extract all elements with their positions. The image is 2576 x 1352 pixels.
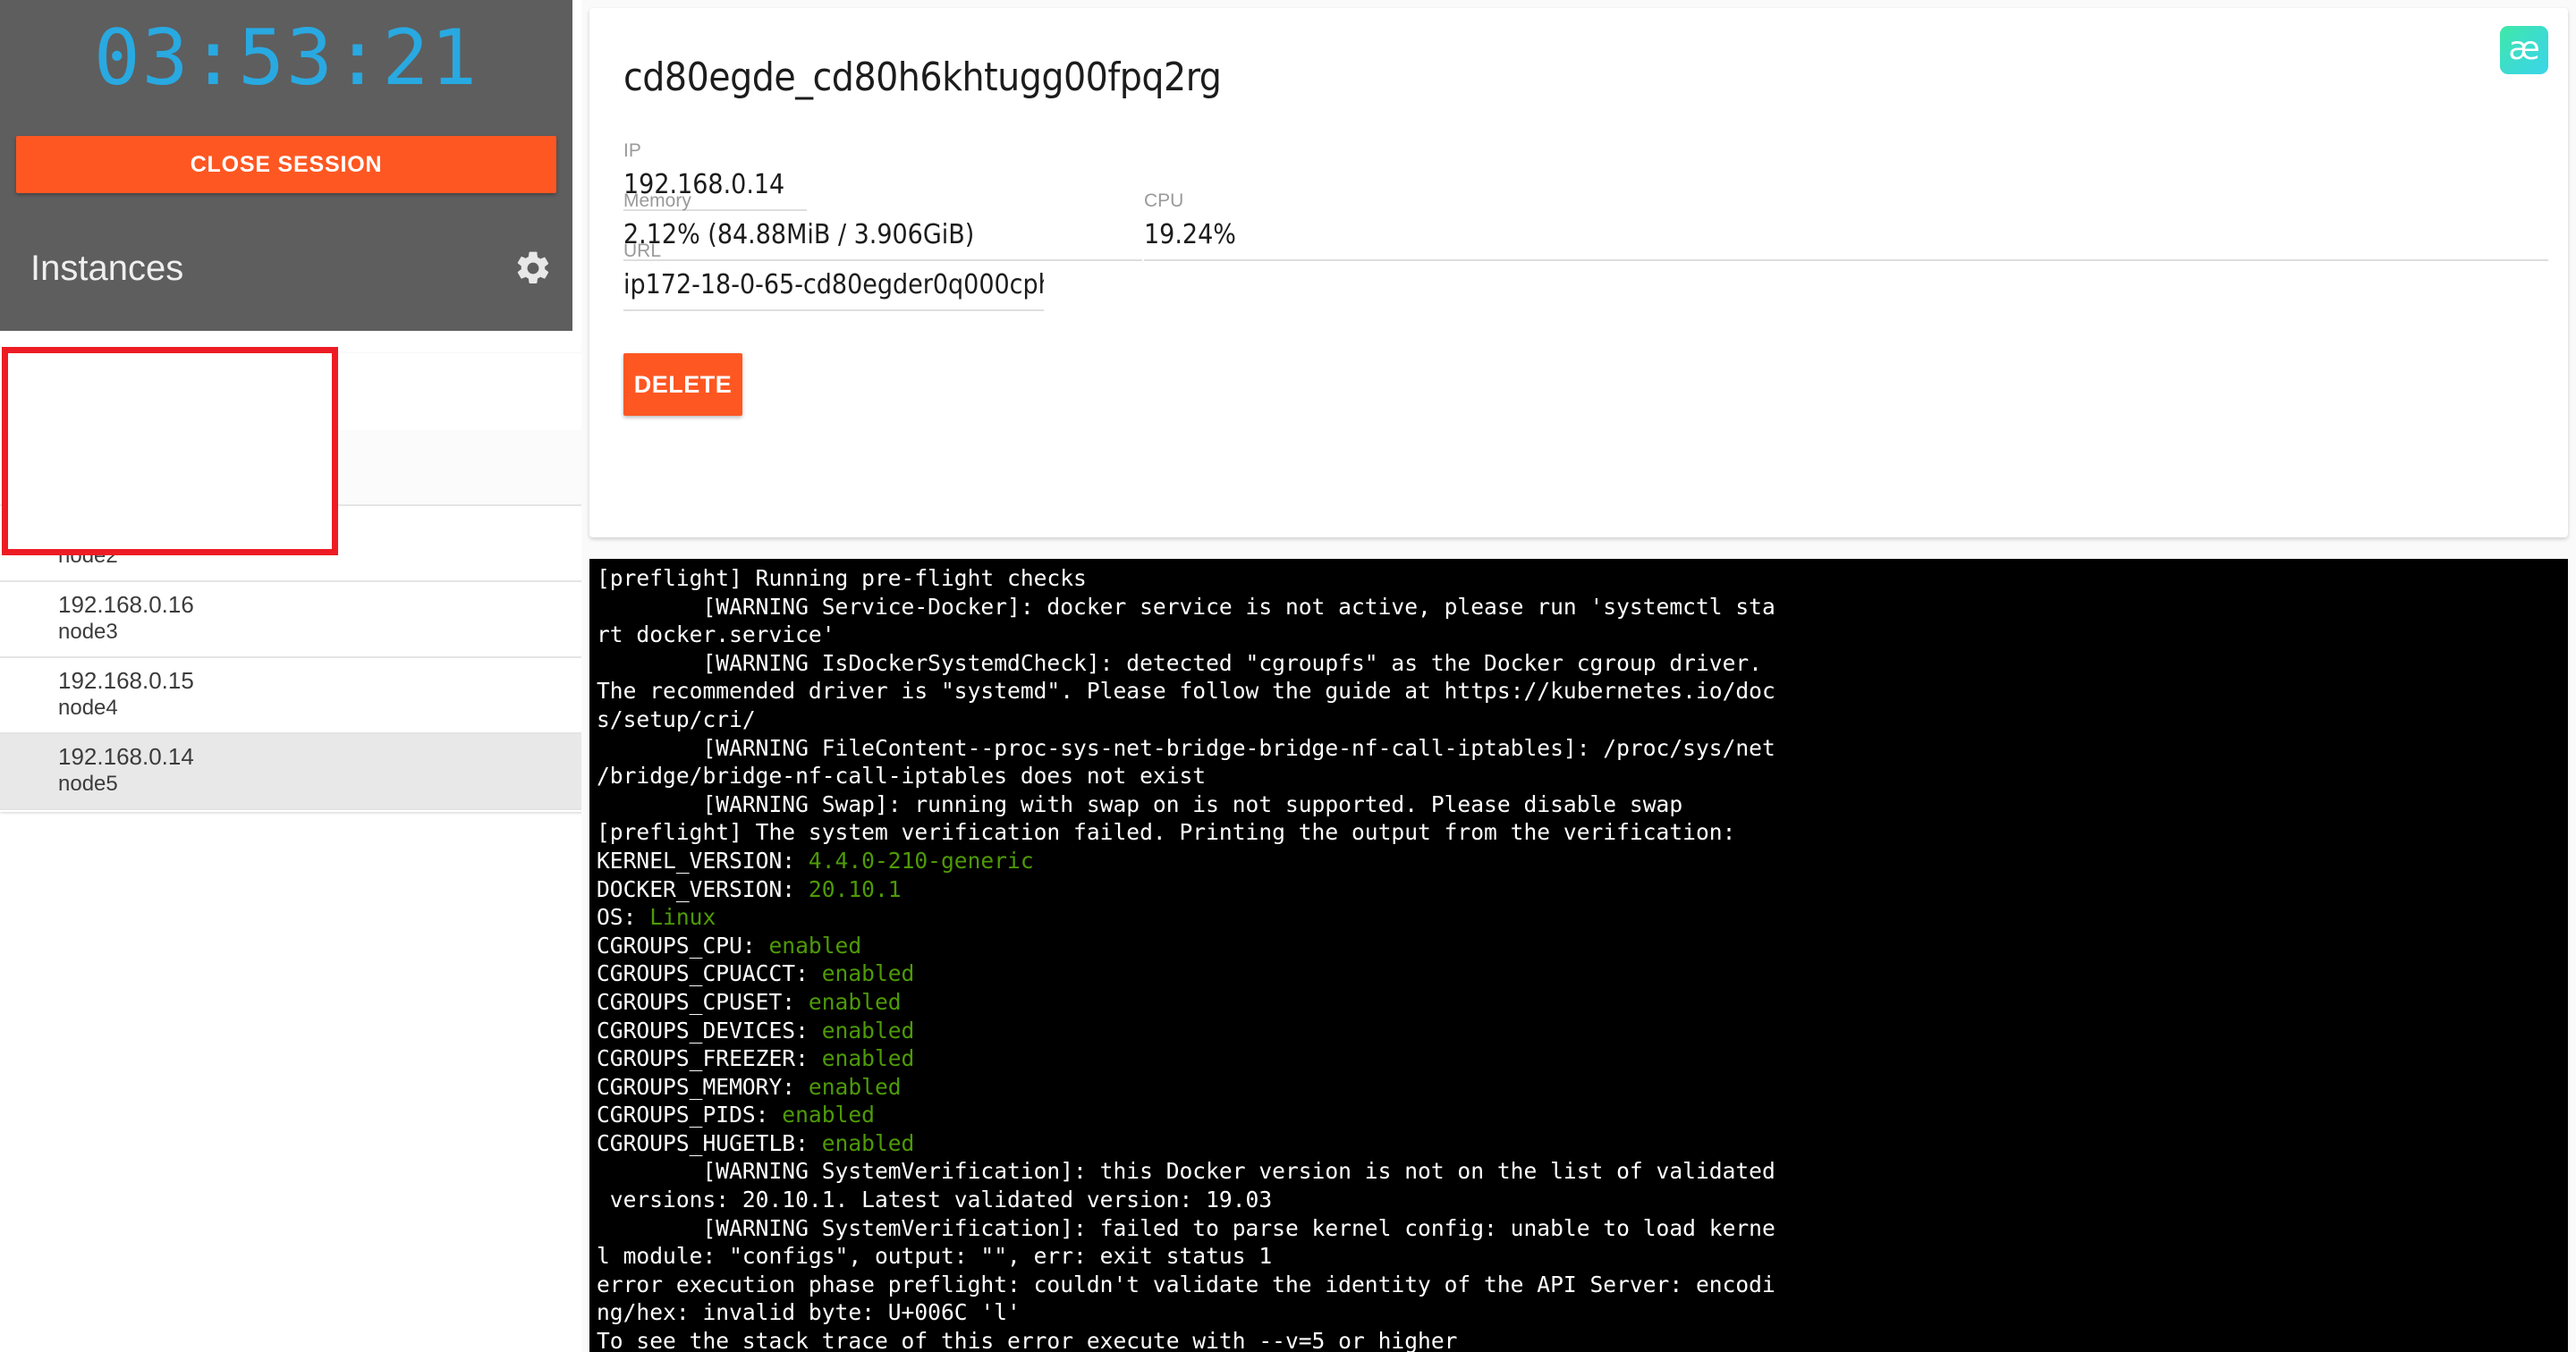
instance-detail-card: cd80egde_cd80h6khtugg00fpq2rg æ IP 192.1… [589,8,2568,537]
cpu-field: CPU 19.24% [1144,190,2548,261]
delete-button[interactable]: DELETE [623,353,742,416]
instance-ip: 192.168.0.14 [58,743,194,770]
terminal-output[interactable]: [preflight] Running pre-flight checks [W… [589,559,2568,1352]
url-label: URL [623,241,662,261]
cpu-value[interactable]: 19.24% [1144,219,2548,261]
instance-name: node3 [58,620,118,644]
url-field: URL ip172-18-0-65-cd80egder0q000cphe9g.d… [623,241,1044,311]
ip-label: IP [623,140,641,161]
close-session-button[interactable]: CLOSE SESSION [16,136,556,193]
list-item[interactable]: 192.168.0.14 node5 [0,734,617,810]
list-item[interactable]: 192.168.0.15 node4 [0,658,617,734]
instances-title: Instances [30,248,184,288]
page-title: cd80egde_cd80h6khtugg00fpq2rg [623,55,1222,100]
cpu-label: CPU [1144,190,1184,211]
sidebar: 03:53:21 CLOSE SESSION Instances [0,0,572,331]
instance-ip: 192.168.0.15 [58,667,194,694]
instance-list-highlight [2,347,338,555]
ae-logo-icon[interactable]: æ [2500,26,2548,74]
instances-header: Instances [0,215,572,322]
instance-ip: 192.168.0.16 [58,591,194,618]
instance-name: node4 [58,696,118,720]
list-item[interactable]: 192.168.0.16 node3 [0,582,617,658]
gear-icon[interactable] [513,249,553,288]
instance-name: node5 [58,772,118,796]
url-value[interactable]: ip172-18-0-65-cd80egder0q000cphe9g.direc… [623,269,1044,311]
main-content: cd80egde_cd80h6khtugg00fpq2rg æ IP 192.1… [581,0,2576,1352]
app-root: 03:53:21 CLOSE SESSION Instances + ADD N… [0,0,2576,1352]
session-timer: 03:53:21 [93,13,479,103]
memory-label: Memory [623,190,691,211]
